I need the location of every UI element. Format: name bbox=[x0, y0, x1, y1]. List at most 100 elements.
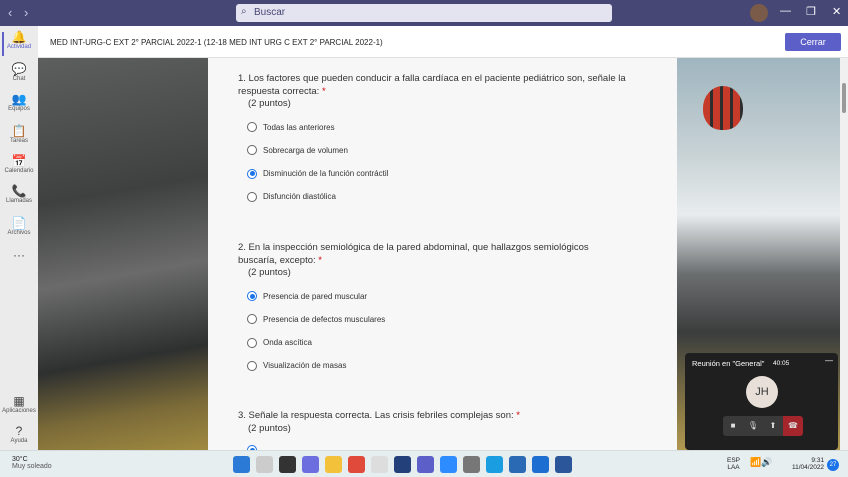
dfv-app-icon[interactable] bbox=[394, 456, 411, 473]
required-marker: * bbox=[516, 410, 520, 421]
rail-item-ayuda[interactable]: ? Ayuda bbox=[0, 424, 38, 444]
meeting-timer: 40:05 bbox=[773, 360, 790, 367]
help-icon: ? bbox=[15, 424, 23, 438]
rail-item-more[interactable]: ··· bbox=[0, 248, 38, 262]
scrollbar[interactable] bbox=[840, 58, 848, 450]
rail-item-actividad[interactable]: 🔔 Actividad bbox=[0, 30, 38, 56]
rail-item-aplicaciones[interactable]: ▦ Aplicaciones bbox=[0, 394, 38, 414]
date: 11/04/2022 bbox=[792, 464, 825, 471]
rail-item-llamadas[interactable]: 📞 Llamadas bbox=[0, 184, 38, 204]
option-label: Presencia de pared muscular bbox=[263, 291, 368, 301]
lang-code: ESP bbox=[727, 457, 741, 464]
apps-icon: ▦ bbox=[13, 394, 25, 408]
notification-badge[interactable]: 27 bbox=[827, 459, 839, 471]
rail-item-equipos[interactable]: 👥 Equipos bbox=[0, 92, 38, 112]
meeting-window[interactable]: Reunión en "General" 40:05 — JH ■ 🎙 ⬆ ☎ bbox=[685, 353, 838, 450]
radio-button[interactable] bbox=[247, 360, 257, 371]
phone-icon: 📞 bbox=[11, 184, 27, 198]
background-image-left bbox=[38, 58, 208, 450]
zoom-icon[interactable] bbox=[440, 456, 457, 473]
radio-button[interactable] bbox=[247, 337, 257, 348]
option[interactable]: Disfunción diastólica bbox=[247, 191, 336, 202]
option-label: Todas las anteriores bbox=[263, 122, 335, 132]
rail-item-archivos[interactable]: 📄 Archivos bbox=[0, 216, 38, 236]
rail-item-calendario[interactable]: 📅 Calendario bbox=[0, 154, 38, 174]
files-icon: 📄 bbox=[11, 216, 27, 230]
calendar-icon: 📅 bbox=[11, 154, 27, 168]
weather-desc: Muy soleado bbox=[12, 463, 52, 470]
question-text: 2. En la inspección semiológica de la pa… bbox=[238, 242, 589, 266]
search-input[interactable]: ⌕ Buscar bbox=[236, 4, 612, 22]
close-button[interactable]: Cerrar bbox=[785, 33, 841, 51]
question-text: 3. Señale la respuesta correcta. Las cri… bbox=[238, 410, 514, 421]
weather-widget[interactable]: 30°C Muy soleado bbox=[12, 456, 52, 470]
question-points: (2 puntos) bbox=[248, 98, 291, 109]
search-placeholder: Buscar bbox=[254, 7, 286, 18]
meeting-minimize-button[interactable]: — bbox=[825, 356, 833, 365]
option-label: Presencia de defectos musculares bbox=[263, 314, 386, 324]
gimp-icon[interactable] bbox=[463, 456, 480, 473]
search-icon: ⌕ bbox=[241, 6, 247, 17]
radio-button[interactable] bbox=[247, 168, 257, 179]
task-view-icon[interactable] bbox=[279, 456, 296, 473]
meeting-controls: ■ 🎙 ⬆ ☎ bbox=[723, 416, 803, 436]
radio-button[interactable] bbox=[247, 122, 257, 132]
question-3: 3. Señale la respuesta correcta. Las cri… bbox=[238, 410, 628, 435]
option[interactable]: Sobrecarga de volumen bbox=[247, 145, 348, 156]
back-button[interactable]: ‹ bbox=[8, 5, 12, 20]
mic-off-icon[interactable]: 🎙 bbox=[743, 416, 763, 436]
rail-item-label: Equipos bbox=[8, 106, 30, 112]
question-2: 2. En la inspección semiológica de la pa… bbox=[238, 242, 628, 280]
option[interactable]: Presencia de defectos musculares bbox=[247, 314, 386, 325]
option[interactable]: Disminución de la función contráctil bbox=[247, 168, 388, 179]
rail-item-label: Calendario bbox=[4, 168, 34, 174]
start-icon[interactable] bbox=[233, 456, 250, 473]
taskbar: 30°C Muy soleado ESP LAA 📶🔊 9:31 11/04/2022… bbox=[0, 450, 848, 477]
option[interactable]: Onda ascítica bbox=[247, 337, 312, 348]
scrollbar-thumb[interactable] bbox=[842, 83, 846, 113]
camera-icon[interactable]: ■ bbox=[723, 416, 743, 436]
close-window-button[interactable]: ✕ bbox=[832, 5, 841, 18]
mail-icon[interactable] bbox=[532, 456, 549, 473]
tasks-icon: 📋 bbox=[11, 124, 27, 138]
edge-icon[interactable] bbox=[486, 456, 503, 473]
radio-button[interactable] bbox=[247, 291, 257, 301]
file-explorer-icon[interactable] bbox=[325, 456, 342, 473]
lang-layout: LAA bbox=[727, 464, 740, 471]
weather-temp: 30°C bbox=[12, 456, 28, 463]
option[interactable]: Presencia de pared muscular bbox=[247, 291, 367, 301]
search-taskbar-icon[interactable] bbox=[256, 456, 273, 473]
chrome-icon[interactable] bbox=[348, 456, 365, 473]
chat-app-icon[interactable] bbox=[302, 456, 319, 473]
hang-up-icon[interactable]: ☎ bbox=[783, 416, 803, 436]
rail-item-label: Aplicaciones bbox=[2, 408, 36, 414]
share-screen-icon[interactable]: ⬆ bbox=[763, 416, 783, 436]
option[interactable]: Todas las anteriores bbox=[247, 122, 335, 132]
radio-button[interactable] bbox=[247, 191, 257, 202]
time: 9:31 bbox=[811, 457, 825, 464]
more-icon: ··· bbox=[13, 248, 25, 262]
restore-button[interactable]: ❐ bbox=[806, 5, 816, 18]
rail-item-tareas[interactable]: 📋 Tareas bbox=[0, 124, 38, 144]
minimize-button[interactable]: — bbox=[780, 5, 791, 17]
avatar[interactable] bbox=[750, 4, 768, 22]
teams-taskbar-icon[interactable] bbox=[417, 456, 434, 473]
rail-item-chat[interactable]: 💬 Chat bbox=[0, 62, 38, 82]
form: 1. Los factores que pueden conducir a fa… bbox=[208, 58, 677, 450]
language-indicator[interactable]: ESP LAA bbox=[727, 457, 740, 471]
question-points: (2 puntos) bbox=[248, 422, 291, 434]
option[interactable]: Visualización de masas bbox=[247, 360, 347, 371]
word-icon[interactable] bbox=[555, 456, 572, 473]
question-1: 1. Los factores que pueden conducir a fa… bbox=[238, 73, 628, 111]
amazon-icon[interactable] bbox=[371, 456, 388, 473]
radio-button[interactable] bbox=[247, 145, 257, 156]
clock[interactable]: 9:31 11/04/2022 bbox=[792, 457, 824, 471]
forward-button[interactable]: › bbox=[24, 5, 28, 20]
store-icon[interactable] bbox=[509, 456, 526, 473]
wifi-volume-icon[interactable]: 📶🔊 bbox=[750, 457, 772, 468]
rail-item-label: Ayuda bbox=[10, 438, 28, 444]
option-label: Visualización de masas bbox=[263, 361, 347, 371]
radio-button[interactable] bbox=[247, 314, 257, 325]
rail-item-label: Llamadas bbox=[5, 198, 32, 204]
rail-item-label: Archivos bbox=[7, 230, 31, 236]
